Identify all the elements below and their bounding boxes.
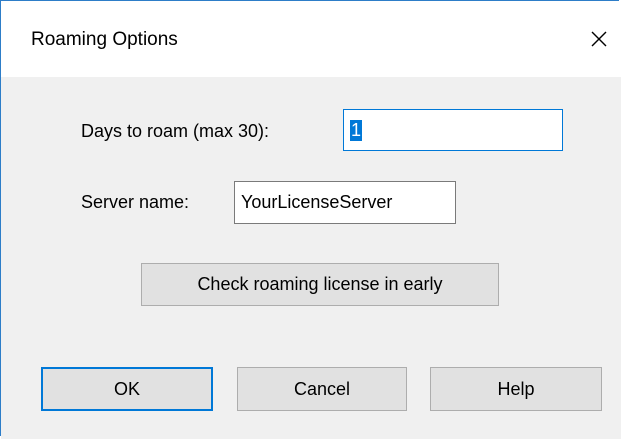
close-button[interactable]: [579, 19, 619, 59]
roaming-options-dialog: Roaming Options Days to roam (max 30): 1…: [0, 0, 621, 439]
ok-button[interactable]: OK: [41, 367, 213, 411]
cancel-button[interactable]: Cancel: [237, 367, 407, 411]
help-button[interactable]: Help: [430, 367, 602, 411]
server-name-input[interactable]: YourLicenseServer: [234, 181, 456, 224]
days-to-roam-label: Days to roam (max 30):: [81, 121, 270, 141]
check-in-early-button[interactable]: Check roaming license in early: [141, 263, 499, 306]
title-bar: Roaming Options: [1, 1, 621, 77]
days-to-roam-value: 1: [350, 119, 363, 141]
server-name-label: Server name:: [81, 192, 190, 212]
window-title: Roaming Options: [31, 29, 178, 50]
close-icon: [591, 31, 607, 47]
dialog-body: Days to roam (max 30): 1 Server name: Yo…: [1, 77, 621, 439]
server-name-value: YourLicenseServer: [241, 192, 393, 212]
days-to-roam-input[interactable]: 1: [343, 109, 563, 151]
